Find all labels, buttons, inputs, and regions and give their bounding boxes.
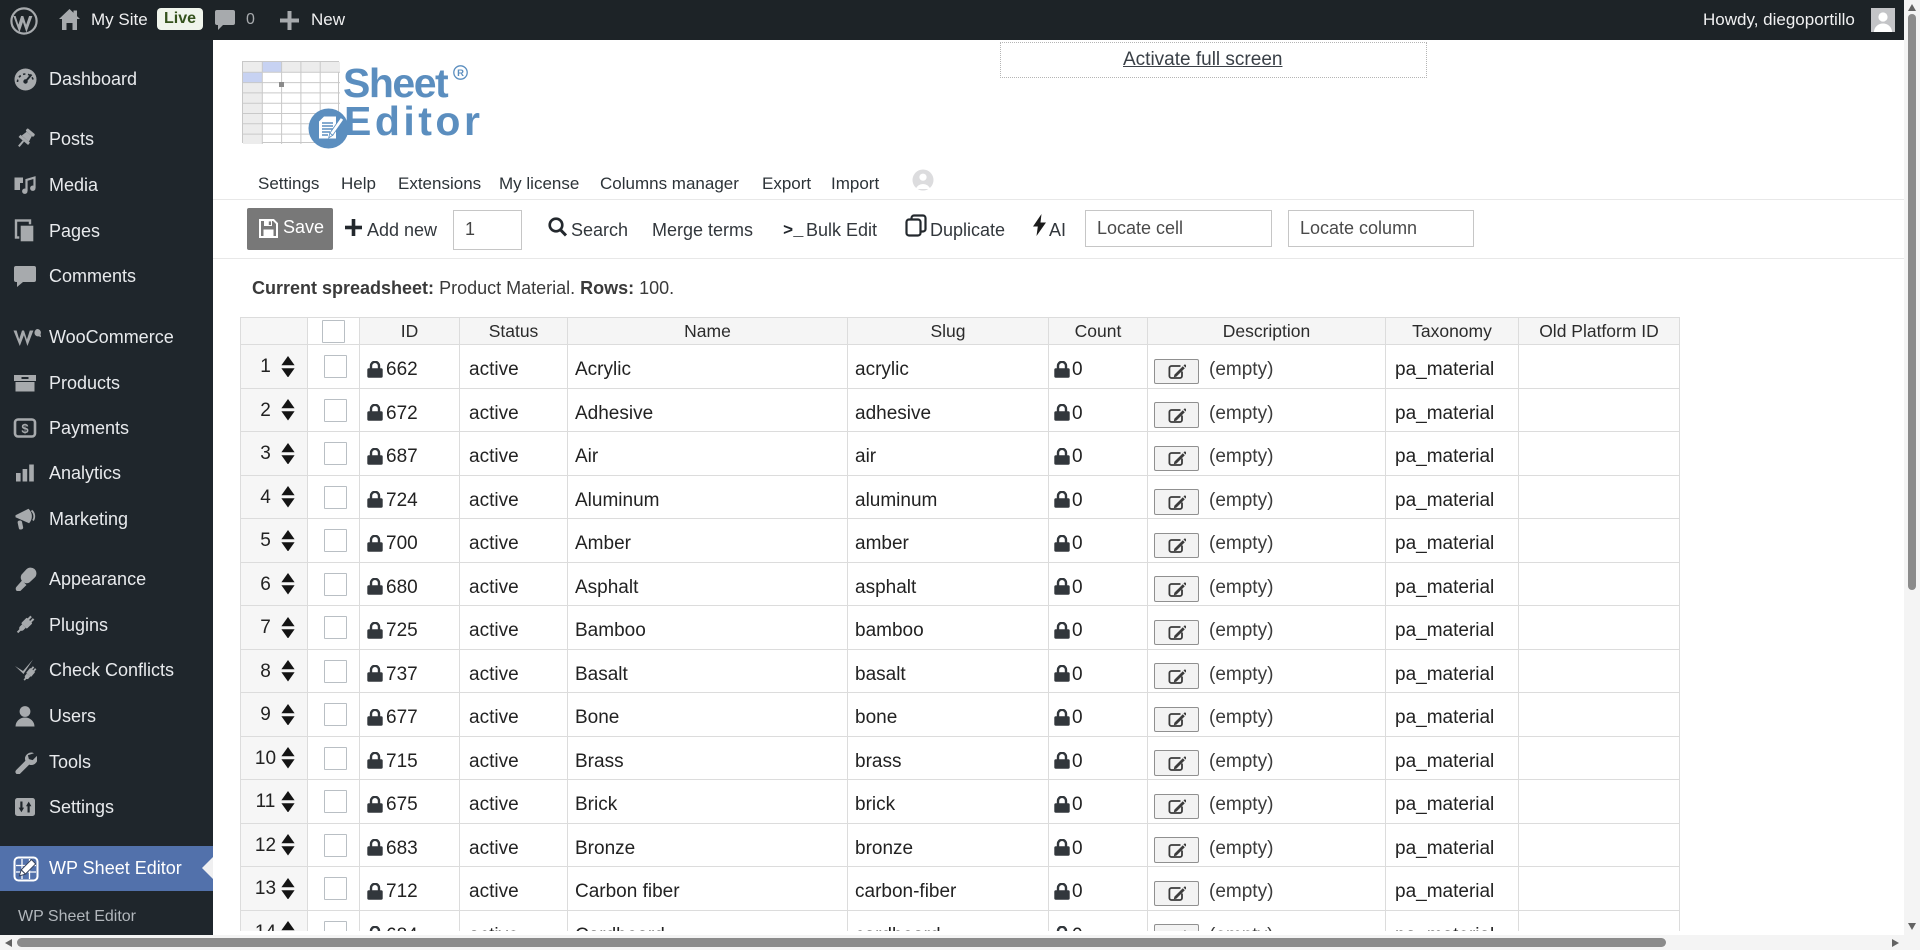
svg-text:$: $ xyxy=(21,421,29,436)
